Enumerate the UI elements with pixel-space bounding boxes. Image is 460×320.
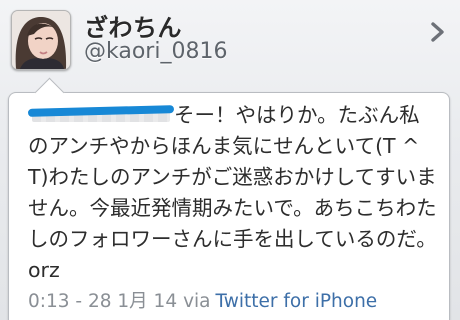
profile-header[interactable]: ざわちん @kaori_0816 [0, 0, 460, 88]
tweet-bubble: そー！やはりか。たぶん私のアンチやからほんま気にせんといて(T ^ T)わたしの… [8, 77, 450, 320]
display-name: ざわちん [84, 14, 182, 42]
redacted-mention[interactable] [27, 104, 175, 124]
avatar[interactable] [11, 10, 71, 70]
timestamp: 0:13 - 28 1月 14 [28, 291, 178, 312]
via-label: via [183, 291, 211, 312]
tweet-meta: 0:13 - 28 1月 14 via Twitter for iPhone [28, 287, 377, 313]
user-photo-avatar-icon [12, 11, 70, 69]
tweet-text: そー！やはりか。たぶん私のアンチやからほんま気にせんといて(T ^ T)わたしの… [27, 100, 440, 286]
username: @kaori_0816 [84, 39, 228, 64]
tweet-body: そー！やはりか。たぶん私のアンチやからほんま気にせんといて(T ^ T)わたしの… [28, 103, 437, 282]
source-link[interactable]: Twitter for iPhone [216, 291, 378, 312]
chevron-right-icon[interactable] [426, 18, 450, 46]
